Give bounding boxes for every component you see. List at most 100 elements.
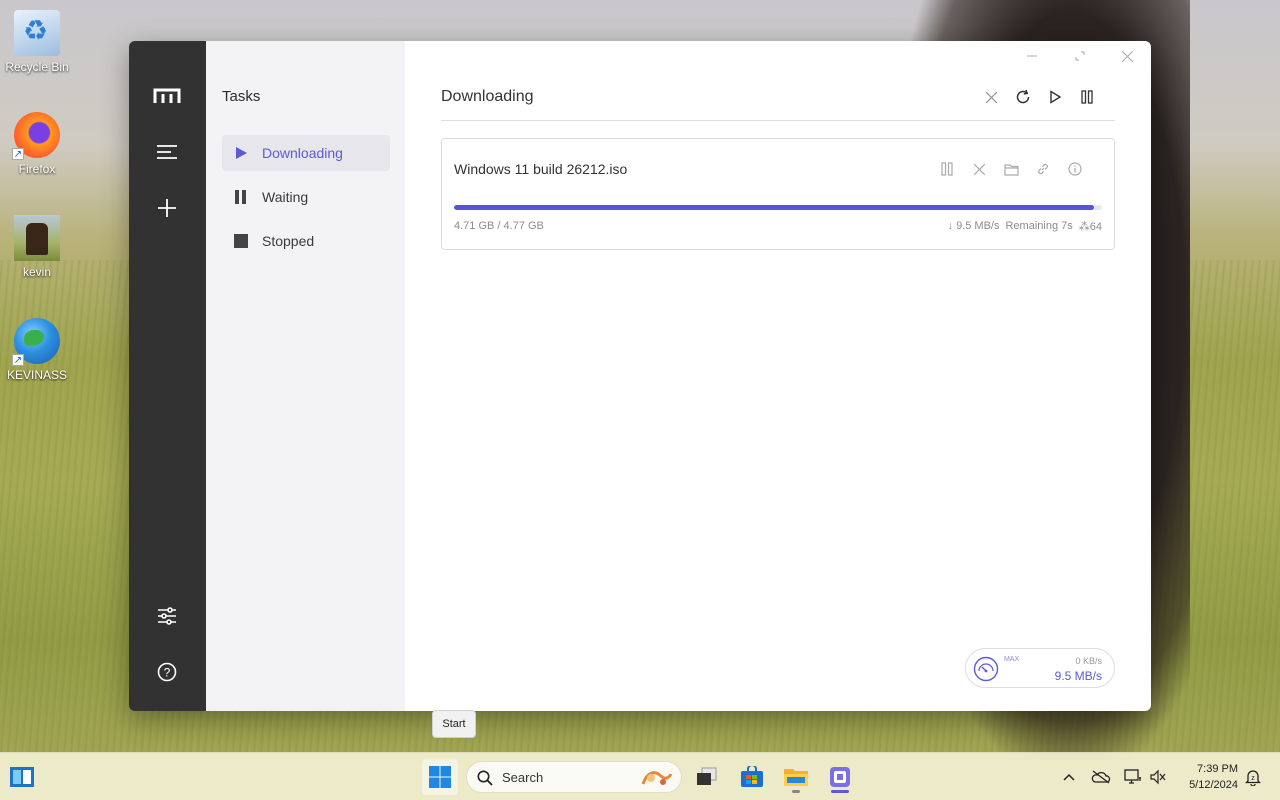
remove-tasks-button[interactable]	[979, 85, 1003, 109]
task-view-icon	[697, 767, 717, 785]
info-icon	[1068, 162, 1082, 176]
close-icon	[973, 163, 985, 175]
task-delete-button[interactable]	[968, 158, 990, 180]
main-content: Downloading Windows 11 build 26212.iso 4…	[405, 41, 1151, 711]
svg-text:z: z	[1251, 775, 1255, 782]
notifications-button[interactable]: z	[1243, 767, 1263, 787]
app-rail: ?	[129, 41, 206, 711]
task-pause-button[interactable]	[936, 158, 958, 180]
task-size: 4.71 GB / 4.77 GB	[454, 220, 544, 232]
speedometer-icon	[973, 656, 999, 682]
chevron-up-icon	[1063, 773, 1075, 781]
task-file-name: Windows 11 build 26212.iso	[454, 161, 628, 177]
task-info-button[interactable]	[1064, 158, 1086, 180]
upload-speed: 0 KB/s	[1075, 656, 1102, 666]
windows-logo-icon	[429, 766, 451, 788]
bell-icon: z	[1245, 770, 1261, 786]
stop-icon	[234, 234, 248, 248]
folder-icon	[1003, 163, 1019, 176]
widgets-button[interactable]	[4, 759, 40, 795]
desktop-icon-recycle-bin[interactable]: Recycle Bin	[1, 10, 73, 74]
speaker-muted-icon	[1150, 769, 1166, 785]
maximize-button[interactable]	[1064, 45, 1096, 67]
search-icon	[477, 770, 493, 786]
network-icon	[1124, 769, 1141, 784]
desktop-icon-kevinass[interactable]: ↗ KEVINASS	[1, 318, 73, 382]
task-filter-label: Stopped	[262, 233, 315, 249]
network-button[interactable]	[1123, 767, 1143, 787]
onedrive-button[interactable]	[1091, 767, 1111, 787]
task-connections: ⁂64	[1078, 221, 1102, 233]
help-icon[interactable]: ?	[149, 654, 185, 690]
store-icon	[741, 766, 763, 787]
refresh-button[interactable]	[1011, 85, 1035, 109]
task-open-folder-button[interactable]	[1000, 158, 1022, 180]
cloud-off-icon	[1091, 770, 1111, 784]
svg-text:?: ?	[164, 666, 171, 680]
motrix-logo-icon[interactable]	[149, 78, 185, 114]
widgets-icon	[10, 767, 34, 787]
pause-all-button[interactable]	[1075, 85, 1099, 109]
desktop-icon-label: kevin	[22, 265, 51, 279]
task-filter-waiting[interactable]: Waiting	[222, 179, 390, 215]
menu-icon[interactable]	[149, 134, 185, 170]
download-progress-bar	[454, 205, 1102, 210]
plus-icon[interactable]	[149, 190, 185, 226]
speed-limit-label: MAX	[1004, 656, 1020, 663]
refresh-icon	[1016, 89, 1030, 104]
motrix-window: ? Tasks Downloading Waiting Stopped Down…	[129, 41, 1151, 711]
download-speed: 9.5 MB/s	[1054, 669, 1102, 683]
pause-icon	[1081, 90, 1093, 104]
play-icon	[1050, 90, 1062, 104]
taskbar-motrix[interactable]	[822, 759, 858, 795]
start-button[interactable]	[422, 759, 458, 795]
task-filter-downloading[interactable]: Downloading	[222, 135, 390, 171]
motrix-app-icon	[830, 767, 850, 787]
minimize-button[interactable]	[1016, 45, 1048, 67]
start-tooltip: Start	[432, 710, 476, 738]
taskbar-search[interactable]: Search	[466, 761, 682, 793]
task-filter-stopped[interactable]: Stopped	[222, 223, 390, 259]
running-indicator	[792, 790, 800, 793]
folder-icon	[784, 769, 808, 786]
link-icon	[1038, 163, 1048, 175]
task-copy-link-button[interactable]	[1032, 158, 1054, 180]
task-card[interactable]: Windows 11 build 26212.iso 4.71 GB / 4.7…	[441, 138, 1115, 250]
task-filter-label: Downloading	[262, 145, 343, 161]
tasks-title: Tasks	[222, 88, 261, 105]
task-speed: ↓ 9.5 MB/s	[947, 220, 1000, 232]
taskbar-file-explorer[interactable]	[778, 759, 814, 795]
shortcut-arrow-icon: ↗	[12, 148, 24, 160]
close-icon	[985, 91, 997, 103]
task-stats: ↓ 9.5 MB/s Remaining 7s ⁂64	[948, 220, 1102, 233]
volume-button[interactable]	[1148, 767, 1168, 787]
desktop-icon-firefox[interactable]: ↗ Firefox	[1, 112, 73, 176]
title-divider	[441, 120, 1115, 121]
task-filter-label: Waiting	[262, 189, 309, 205]
taskbar: Search 7:39 PM 5/12/2024 z	[0, 752, 1280, 800]
globe-icon: ↗	[12, 318, 60, 366]
search-placeholder: Search	[502, 770, 544, 785]
search-highlight-icon	[641, 771, 673, 785]
image-thumbnail-icon	[14, 215, 60, 261]
firefox-icon: ↗	[12, 112, 60, 160]
close-window-button[interactable]	[1111, 45, 1143, 67]
pause-icon	[234, 190, 248, 204]
speedometer[interactable]: MAX 0 KB/s 9.5 MB/s	[965, 648, 1115, 688]
task-remaining: Remaining 7s	[1005, 220, 1073, 232]
download-progress-fill	[454, 205, 1095, 210]
show-hidden-icons-button[interactable]	[1059, 767, 1079, 787]
running-indicator	[831, 790, 849, 793]
page-title: Downloading	[441, 88, 534, 105]
desktop-icon-kevin[interactable]: kevin	[1, 215, 73, 279]
resume-all-button[interactable]	[1043, 85, 1067, 109]
clock-time: 7:39 PM	[1197, 763, 1238, 775]
recycle-bin-icon	[14, 10, 60, 56]
taskbar-task-view[interactable]	[689, 759, 725, 795]
clock-date: 5/12/2024	[1189, 779, 1238, 791]
pause-icon	[941, 162, 953, 176]
taskbar-clock[interactable]: 7:39 PM 5/12/2024	[1189, 761, 1238, 793]
taskbar-store[interactable]	[734, 759, 770, 795]
sliders-icon[interactable]	[149, 598, 185, 634]
tasks-panel: Tasks Downloading Waiting Stopped	[206, 41, 405, 711]
